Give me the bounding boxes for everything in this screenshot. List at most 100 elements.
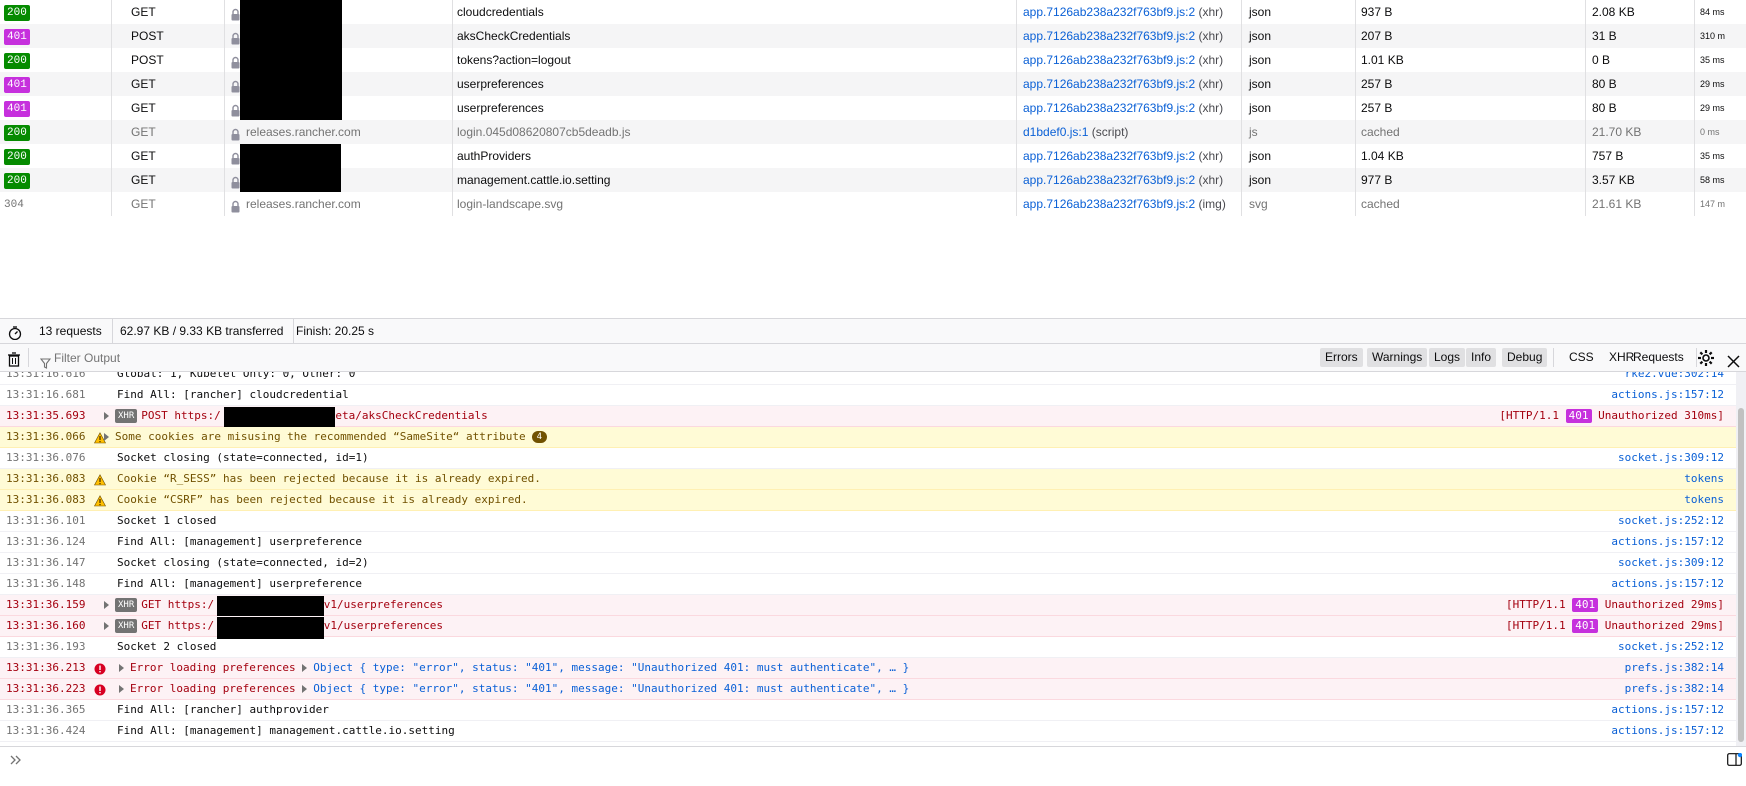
xhr-url-start[interactable]: https:/: [168, 619, 214, 632]
console-output: 13:31:16.616 Global: 1, Kubelet Only: 0, …: [0, 372, 1736, 746]
source-link[interactable]: prefs.js:382:14: [1625, 679, 1724, 699]
xhr-url-start[interactable]: https:/: [174, 409, 220, 422]
gear-icon[interactable]: [1697, 349, 1715, 367]
expand-triangle-icon[interactable]: [302, 664, 308, 672]
network-request-row[interactable]: 304 GET releases.rancher.com login-landscap…: [0, 192, 1746, 216]
initiator-link[interactable]: app.7126ab238a232f763bf9.js:2: [1023, 5, 1195, 19]
filter-output-input[interactable]: [54, 348, 1304, 367]
initiator-link[interactable]: app.7126ab238a232f763bf9.js:2: [1023, 149, 1195, 163]
source-link[interactable]: actions.js:157:12: [1611, 385, 1724, 405]
network-request-row[interactable]: 401 POST aksCheckCredentials app.7126ab238a…: [0, 24, 1746, 48]
console-message[interactable]: 13:31:36.148 Find All: [management] userp…: [0, 574, 1736, 595]
initiator-link[interactable]: d1bdef0.js:1: [1023, 125, 1088, 139]
network-request-row[interactable]: 200 GET cloudcredentials app.7126ab238a232f…: [0, 0, 1746, 24]
console-message[interactable]: 13:31:36.223 Error loading preferences Ob…: [0, 679, 1736, 700]
time-cell: 147 m: [1694, 192, 1746, 216]
network-request-row[interactable]: 200 GET management.cattle.io.setting app.71…: [0, 168, 1746, 192]
source-link[interactable]: actions.js:157:12: [1611, 532, 1724, 552]
network-request-row[interactable]: 401 GET userpreferences app.7126ab238a232f7…: [0, 72, 1746, 96]
filter-debug-button[interactable]: Debug: [1502, 348, 1548, 367]
xhr-url-start[interactable]: https:/: [168, 598, 214, 611]
filter-info-button[interactable]: Info: [1466, 348, 1497, 367]
initiator-cell[interactable]: app.7126ab238a232f763bf9.js:2 (img): [1016, 192, 1248, 216]
xhr-url-end[interactable]: meta/aksCheckCredentials: [329, 409, 488, 422]
source-link[interactable]: actions.js:157:12: [1611, 574, 1724, 594]
network-request-row[interactable]: 200 GET authProviders app.7126ab238a232f763…: [0, 144, 1746, 168]
console-message[interactable]: 13:31:36.424 Find All: [management] manag…: [0, 721, 1736, 742]
message-group[interactable]: Some cookies are misusing the recommende…: [104, 427, 548, 447]
trash-icon[interactable]: [7, 350, 21, 367]
initiator-cell[interactable]: app.7126ab238a232f763bf9.js:2 (xhr): [1016, 24, 1248, 48]
source-link[interactable]: prefs.js:382:14: [1625, 658, 1724, 678]
time-cell: 29 ms: [1694, 96, 1746, 120]
console-message[interactable]: 13:31:36.066 Some cookies are misusing th…: [0, 427, 1736, 448]
object-preview[interactable]: Object { type: "error", status: "401", m…: [313, 682, 909, 695]
network-request-row[interactable]: 401 GET userpreferences app.7126ab238a232f7…: [0, 96, 1746, 120]
source-link[interactable]: tokens: [1684, 469, 1724, 489]
filter-requests-button[interactable]: Requests: [1628, 348, 1689, 367]
filter-logs-button[interactable]: Logs: [1429, 348, 1466, 367]
xhr-url-end[interactable]: /v1/userpreferences: [317, 598, 443, 611]
initiator-link[interactable]: app.7126ab238a232f763bf9.js:2: [1023, 29, 1195, 43]
source-link[interactable]: socket.js:252:12: [1618, 511, 1724, 531]
console-message[interactable]: 13:31:36.101 Socket 1 closed socket.js:252…: [0, 511, 1736, 532]
filter-warnings-button[interactable]: Warnings: [1367, 348, 1428, 367]
expand-triangle-icon[interactable]: [104, 622, 109, 630]
console-message[interactable]: 13:31:36.124 Find All: [management] userp…: [0, 532, 1736, 553]
console-message[interactable]: 13:31:36.076 Socket closing (state=connec…: [0, 448, 1736, 469]
console-scrollbar[interactable]: [1736, 372, 1746, 746]
expand-triangle-icon[interactable]: [119, 664, 124, 672]
error-message[interactable]: Error loading preferences Object { type:…: [119, 679, 909, 699]
expand-triangle-icon[interactable]: [104, 412, 109, 420]
source-link[interactable]: rke2.vue:302:14: [1625, 372, 1724, 384]
source-link[interactable]: socket.js:252:12: [1618, 637, 1724, 657]
initiator-cell[interactable]: app.7126ab238a232f763bf9.js:2 (xhr): [1016, 96, 1248, 120]
console-message[interactable]: 13:31:36.083 Cookie “R_SESS” has been rej…: [0, 469, 1736, 490]
object-preview[interactable]: Object { type: "error", status: "401", m…: [313, 661, 909, 674]
console-message[interactable]: 13:31:36.159 XHR GET https:/ /v1/userprefer…: [0, 595, 1736, 618]
initiator-cell[interactable]: app.7126ab238a232f763bf9.js:2 (xhr): [1016, 72, 1248, 96]
initiator-link[interactable]: app.7126ab238a232f763bf9.js:2: [1023, 77, 1195, 91]
expand-triangle-icon[interactable]: [104, 601, 109, 609]
source-link[interactable]: actions.js:157:12: [1611, 700, 1724, 720]
initiator-cell[interactable]: app.7126ab238a232f763bf9.js:2 (xhr): [1016, 0, 1248, 24]
console-message[interactable]: 13:31:36.193 Socket 2 closed socket.js:252…: [0, 637, 1736, 658]
message-text: Socket closing (state=connected, id=1): [117, 451, 369, 464]
console-message[interactable]: 13:31:36.147 Socket closing (state=connec…: [0, 553, 1736, 574]
console-message[interactable]: 13:31:16.616 Global: 1, Kubelet Only: 0, …: [0, 372, 1736, 385]
expand-triangle-icon[interactable]: [302, 685, 308, 693]
xhr-url-end[interactable]: /v1/userpreferences: [317, 619, 443, 632]
source-link[interactable]: tokens: [1684, 490, 1724, 510]
error-message[interactable]: Error loading preferences Object { type:…: [119, 658, 909, 678]
source-link[interactable]: actions.js:157:12: [1611, 721, 1724, 741]
initiator-link[interactable]: app.7126ab238a232f763bf9.js:2: [1023, 197, 1195, 211]
console-message[interactable]: 13:31:36.083 Cookie “CSRF” has been rejec…: [0, 490, 1736, 511]
network-request-row[interactable]: 200 POST tokens?action=logout app.7126ab238…: [0, 48, 1746, 72]
scrollbar-thumb[interactable]: [1738, 408, 1744, 742]
source-link[interactable]: socket.js:309:12: [1618, 553, 1724, 573]
initiator-link[interactable]: app.7126ab238a232f763bf9.js:2: [1023, 101, 1195, 115]
initiator-cell[interactable]: app.7126ab238a232f763bf9.js:2 (xhr): [1016, 144, 1248, 168]
close-icon[interactable]: [1727, 351, 1740, 368]
initiator-link[interactable]: app.7126ab238a232f763bf9.js:2: [1023, 173, 1195, 187]
filter-errors-button[interactable]: Errors: [1320, 348, 1363, 367]
timer-icon[interactable]: [8, 324, 22, 341]
initiator-cell[interactable]: app.7126ab238a232f763bf9.js:2 (xhr): [1016, 48, 1248, 72]
console-message[interactable]: 13:31:36.365 Find All: [rancher] authprov…: [0, 700, 1736, 721]
console-message[interactable]: 13:31:16.681 Find All: [rancher] cloudcre…: [0, 385, 1736, 406]
network-request-row[interactable]: 200 GET releases.rancher.com login.045d0862…: [0, 120, 1746, 144]
initiator-link[interactable]: app.7126ab238a232f763bf9.js:2: [1023, 53, 1195, 67]
expand-triangle-icon[interactable]: [104, 433, 109, 441]
console-message[interactable]: 13:31:36.213 Error loading preferences Ob…: [0, 658, 1736, 679]
source-link[interactable]: socket.js:309:12: [1618, 448, 1724, 468]
console-message[interactable]: 13:31:35.693 XHR POST https:/ meta/aksCheck…: [0, 406, 1736, 429]
timestamp: 13:31:36.213: [6, 661, 86, 674]
console-message[interactable]: 13:31:36.160 XHR GET https:/ /v1/userprefer…: [0, 616, 1736, 639]
initiator-cell[interactable]: d1bdef0.js:1 (script): [1016, 120, 1248, 144]
sidebar-toggle-icon[interactable]: [1727, 752, 1743, 766]
filter-css-button[interactable]: CSS: [1564, 348, 1599, 367]
console-input-line[interactable]: [0, 746, 1746, 786]
transferred-cell: cached: [1355, 120, 1591, 144]
initiator-cell[interactable]: app.7126ab238a232f763bf9.js:2 (xhr): [1016, 168, 1248, 192]
expand-triangle-icon[interactable]: [119, 685, 124, 693]
